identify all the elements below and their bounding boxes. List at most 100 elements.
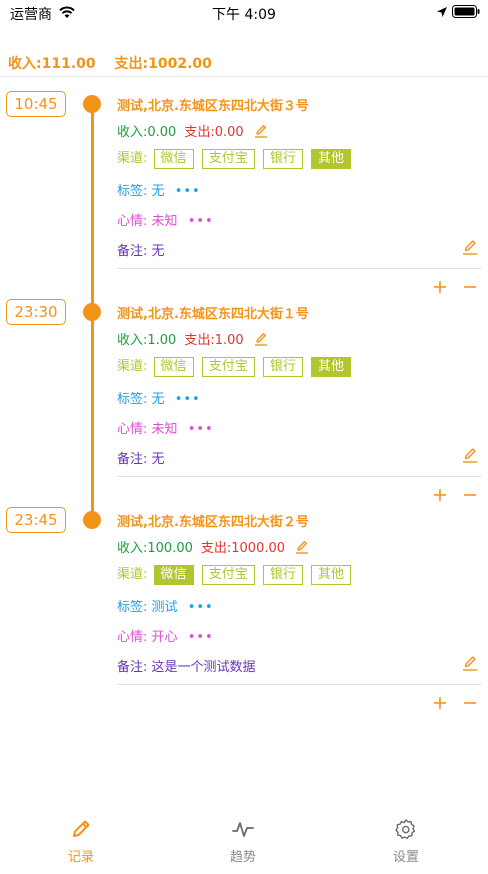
tags-value: 无 xyxy=(151,184,165,199)
divider xyxy=(117,684,481,685)
more-icon[interactable]: ••• xyxy=(188,600,214,615)
entry-location: 测试,北京.东城区东四北大街３号 xyxy=(117,99,309,114)
edit-note-icon[interactable] xyxy=(462,447,478,463)
entry-amounts[interactable]: 收入:100.00 支出:1000.00 xyxy=(117,537,309,556)
entry-time-badge: 23:45 xyxy=(6,507,66,533)
note-row: 备注: 这是一个测试数据 xyxy=(117,656,256,675)
channel-chip-wechat[interactable]: 微信 xyxy=(153,357,194,377)
mood-row[interactable]: 心情: 未知 ••• xyxy=(117,210,214,229)
channel-row: 渠道: 微信 支付宝 银行 其他 xyxy=(117,563,353,585)
mood-label: 心情: xyxy=(117,214,148,229)
summary-bar: 收入:111.00 支出:1002.00 xyxy=(8,53,226,73)
tab-trend[interactable]: 趋势 xyxy=(203,818,283,865)
channel-chip-wechat[interactable]: 微信 xyxy=(153,565,194,585)
tags-row[interactable]: 标签: 无 ••• xyxy=(117,388,201,407)
note-label: 备注: xyxy=(117,244,148,259)
more-icon[interactable]: ••• xyxy=(188,214,214,229)
channel-chip-other[interactable]: 其他 xyxy=(311,565,352,585)
edit-amount-icon[interactable] xyxy=(295,540,309,554)
entry-amounts[interactable]: 收入:0.00 支出:0.00 xyxy=(117,121,268,140)
more-icon[interactable]: ••• xyxy=(175,392,201,407)
record-entry: 测试,北京.东城区东四北大街２号 收入:100.00 支出:1000.00 渠道:… xyxy=(117,512,481,712)
entry-income: 收入:100.00 xyxy=(117,541,193,556)
edit-amount-icon[interactable] xyxy=(254,332,268,346)
record-entry: 测试,北京.东城区东四北大街３号 收入:0.00 支出:0.00 渠道: 微信 支… xyxy=(117,96,481,296)
tags-label: 标签: xyxy=(117,600,148,615)
channel-chip-alipay[interactable]: 支付宝 xyxy=(201,149,255,169)
channel-label: 渠道: xyxy=(117,359,148,374)
channel-label: 渠道: xyxy=(117,151,148,166)
entry-expense: 支出:1000.00 xyxy=(200,541,286,556)
edit-note-icon[interactable] xyxy=(462,239,478,255)
tags-row[interactable]: 标签: 测试 ••• xyxy=(117,596,214,615)
channel-chip-bank[interactable]: 银行 xyxy=(262,565,303,585)
timeline-dot xyxy=(83,95,101,113)
add-button[interactable] xyxy=(431,486,449,504)
status-bar: 运营商 下午 4:09 xyxy=(0,0,488,26)
tab-label: 设置 xyxy=(392,850,419,865)
remove-button[interactable] xyxy=(461,486,479,504)
channel-chip-bank[interactable]: 银行 xyxy=(262,357,303,377)
mood-row[interactable]: 心情: 未知 ••• xyxy=(117,418,214,437)
entry-income: 收入:1.00 xyxy=(117,333,177,348)
channel-chip-wechat[interactable]: 微信 xyxy=(153,149,194,169)
tab-records[interactable]: 记录 xyxy=(41,818,121,865)
tags-label: 标签: xyxy=(117,392,148,407)
mood-row[interactable]: 心情: 开心 ••• xyxy=(117,626,214,645)
tags-label: 标签: xyxy=(117,184,148,199)
total-expense: 支出:1002.00 xyxy=(114,56,212,72)
channel-row: 渠道: 微信 支付宝 银行 其他 xyxy=(117,147,353,169)
tab-label: 记录 xyxy=(67,850,94,865)
note-value: 无 xyxy=(151,452,165,467)
entry-location: 测试,北京.东城区东四北大街２号 xyxy=(117,515,309,530)
note-value: 这是一个测试数据 xyxy=(151,660,256,675)
gear-icon xyxy=(395,819,416,840)
entry-time-badge: 23:30 xyxy=(6,299,66,325)
channel-chip-bank[interactable]: 银行 xyxy=(262,149,303,169)
pencil-icon xyxy=(73,820,90,837)
tab-bar: 记录 趋势 设置 xyxy=(0,812,488,874)
more-icon[interactable]: ••• xyxy=(175,184,201,199)
divider xyxy=(117,268,481,269)
edit-amount-icon[interactable] xyxy=(254,124,268,138)
channel-label: 渠道: xyxy=(117,567,148,582)
total-income: 收入:111.00 xyxy=(8,56,96,72)
more-icon[interactable]: ••• xyxy=(188,422,214,437)
entry-amounts[interactable]: 收入:1.00 支出:1.00 xyxy=(117,329,268,348)
timeline-dot xyxy=(83,511,101,529)
mood-value: 开心 xyxy=(151,630,178,645)
remove-button[interactable] xyxy=(461,278,479,296)
channel-chip-alipay[interactable]: 支付宝 xyxy=(201,565,255,585)
mood-value: 未知 xyxy=(151,214,178,229)
more-icon[interactable]: ••• xyxy=(188,630,214,645)
entry-expense: 支出:1.00 xyxy=(184,333,244,348)
clock: 下午 4:09 xyxy=(212,7,276,23)
entry-time-badge: 10:45 xyxy=(6,91,66,117)
mood-value: 未知 xyxy=(151,422,178,437)
tab-label: 趋势 xyxy=(229,850,256,865)
entry-expense: 支出:0.00 xyxy=(184,125,244,140)
location-arrow-icon xyxy=(437,7,447,17)
entry-income: 收入:0.00 xyxy=(117,125,177,140)
battery-icon xyxy=(452,5,480,18)
tab-settings[interactable]: 设置 xyxy=(366,818,446,865)
trend-icon xyxy=(232,822,254,837)
channel-chip-alipay[interactable]: 支付宝 xyxy=(201,357,255,377)
note-row: 备注: 无 xyxy=(117,448,165,467)
add-button[interactable] xyxy=(431,278,449,296)
channel-chip-other[interactable]: 其他 xyxy=(311,357,352,377)
add-button[interactable] xyxy=(431,694,449,712)
note-row: 备注: 无 xyxy=(117,240,165,259)
tags-row[interactable]: 标签: 无 ••• xyxy=(117,180,201,199)
record-entry: 测试,北京.东城区东四北大街１号 收入:1.00 支出:1.00 渠道: 微信 支… xyxy=(117,304,481,504)
divider xyxy=(117,476,481,477)
divider xyxy=(0,76,488,77)
channel-row: 渠道: 微信 支付宝 银行 其他 xyxy=(117,355,353,377)
entry-location: 测试,北京.东城区东四北大街１号 xyxy=(117,307,309,322)
edit-note-icon[interactable] xyxy=(462,655,478,671)
timeline-dot xyxy=(83,303,101,321)
remove-button[interactable] xyxy=(461,694,479,712)
tags-value: 无 xyxy=(151,392,165,407)
channel-chip-other[interactable]: 其他 xyxy=(311,149,352,169)
note-label: 备注: xyxy=(117,452,148,467)
